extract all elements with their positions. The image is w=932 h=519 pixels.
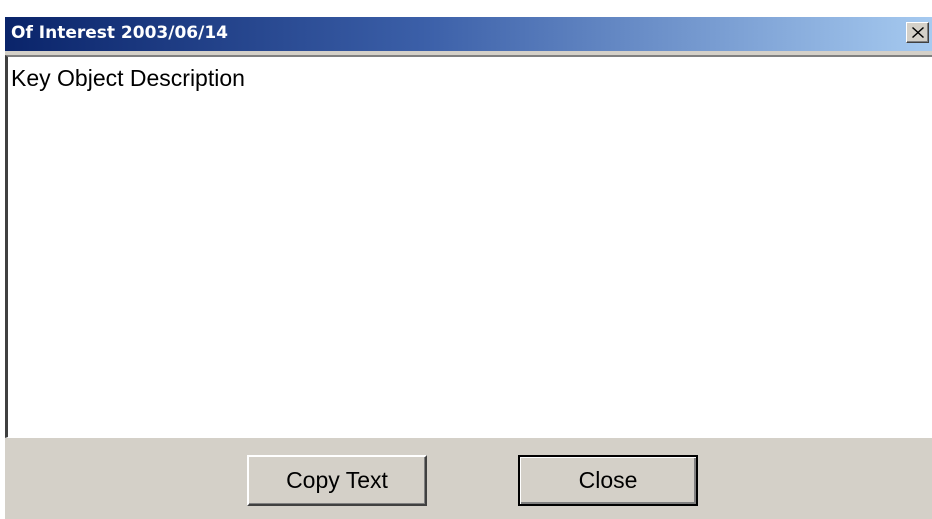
description-textarea[interactable]: Key Object Description	[5, 55, 932, 438]
close-x-glyph	[912, 27, 924, 38]
close-icon[interactable]	[906, 22, 929, 43]
dialog-window: Of Interest 2003/06/14 Key Object Descri…	[5, 17, 932, 519]
description-text: Key Object Description	[11, 65, 245, 91]
window-title: Of Interest 2003/06/14	[11, 23, 228, 43]
copy-text-button[interactable]: Copy Text	[247, 455, 427, 506]
title-bar[interactable]: Of Interest 2003/06/14	[5, 17, 932, 51]
close-button[interactable]: Close	[518, 455, 698, 506]
